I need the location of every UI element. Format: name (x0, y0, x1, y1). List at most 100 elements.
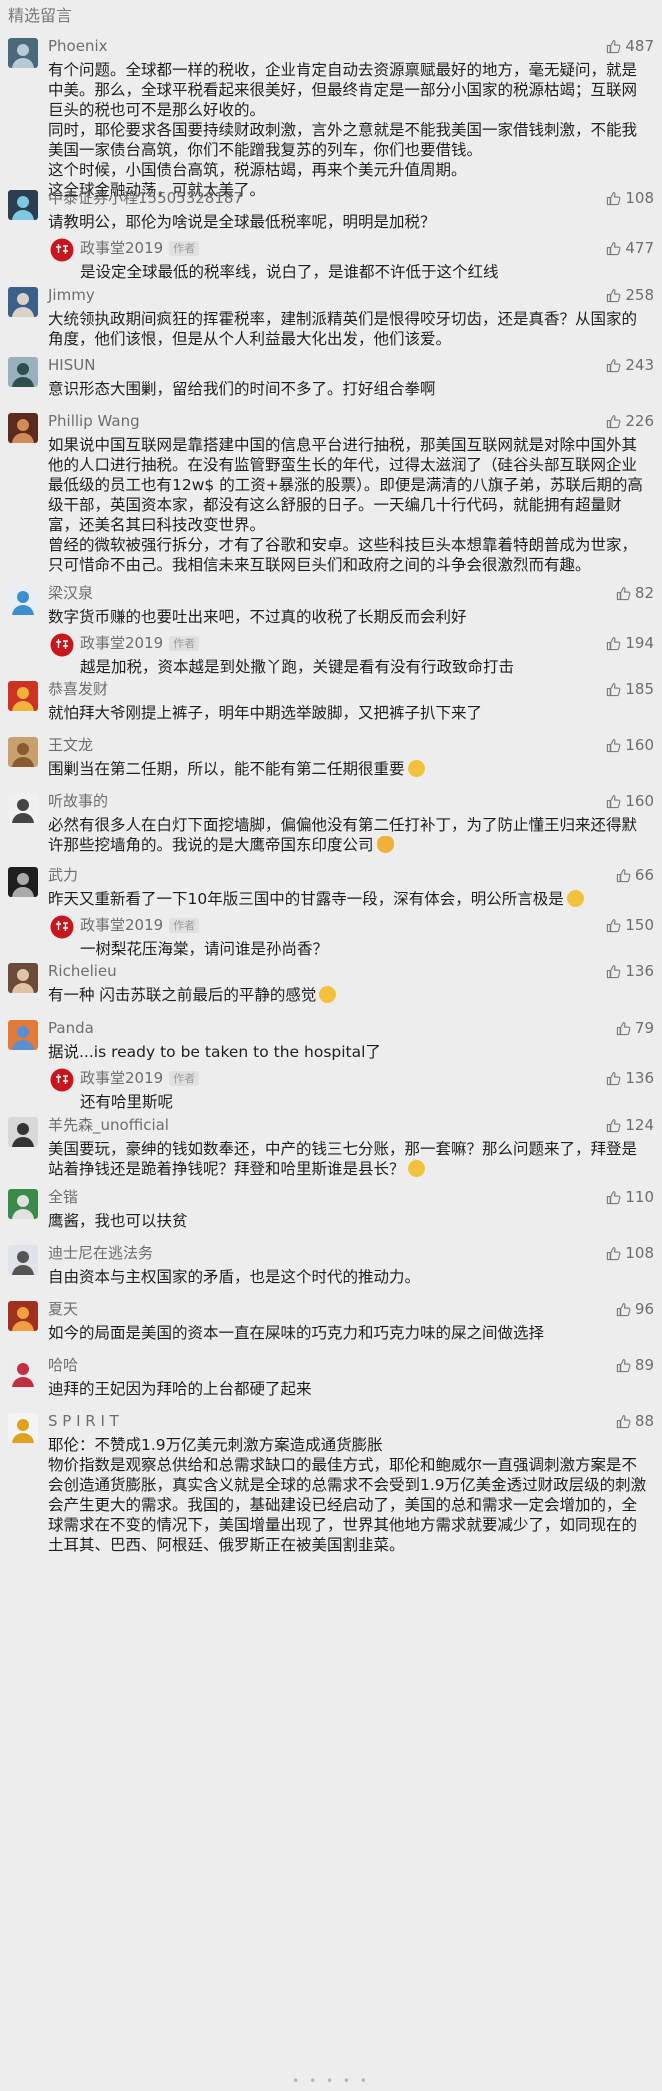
thumb-up-icon[interactable] (616, 1302, 631, 1317)
reply-nickname[interactable]: 政事堂2019 作者 (80, 238, 200, 258)
like-button[interactable]: 160 (606, 735, 654, 755)
comment-nickname[interactable]: Richelieu (48, 961, 117, 981)
comment-nickname[interactable]: 中泰证券小程15505328187 (48, 188, 243, 208)
thumb-up-icon[interactable] (606, 191, 621, 206)
like-button[interactable]: 82 (616, 583, 654, 603)
comment-nickname[interactable]: 迪士尼在逃法务 (48, 1243, 153, 1263)
avatar[interactable] (8, 1117, 38, 1147)
thumb-up-icon[interactable] (606, 288, 621, 303)
like-button[interactable]: 258 (606, 285, 654, 305)
reply-avatar[interactable] (50, 915, 74, 939)
avatar[interactable] (8, 357, 38, 387)
like-button[interactable]: 226 (606, 411, 654, 431)
comment-nickname[interactable]: 哈哈 (48, 1355, 78, 1375)
thumb-up-icon[interactable] (606, 636, 621, 651)
avatar[interactable] (8, 1245, 38, 1275)
avatar[interactable] (8, 681, 38, 711)
thumb-up-icon[interactable] (616, 586, 631, 601)
avatar[interactable] (8, 793, 38, 823)
comment-paragraph: 曾经的微软被强行拆分，才有了谷歌和安卓。这些科技巨头本想靠着特朗普成为世家，只可… (48, 536, 638, 574)
like-count: 243 (625, 356, 654, 374)
comment-nickname[interactable]: 王文龙 (48, 735, 93, 755)
comment-nickname[interactable]: Phoenix (48, 36, 108, 56)
comment-nickname[interactable]: HISUN (48, 355, 95, 375)
thumb-up-icon[interactable] (616, 1021, 631, 1036)
reply-avatar[interactable] (50, 1068, 74, 1092)
avatar[interactable] (8, 287, 38, 317)
like-button[interactable]: 88 (616, 1411, 654, 1431)
like-button[interactable]: 108 (606, 1243, 654, 1263)
comment-text: 围剿当在第二任期，所以，能不能有第二任期很重要 (48, 759, 648, 779)
thumb-up-icon[interactable] (606, 414, 621, 429)
thumb-up-icon[interactable] (606, 241, 621, 256)
reply-nickname[interactable]: 政事堂2019 作者 (80, 915, 200, 935)
comment-nickname[interactable]: Phillip Wang (48, 411, 140, 431)
like-button[interactable]: 110 (606, 1187, 654, 1207)
like-count: 487 (625, 37, 654, 55)
thumb-up-icon[interactable] (606, 1118, 621, 1133)
thumb-up-icon[interactable] (606, 1246, 621, 1261)
reply-nickname[interactable]: 政事堂2019 作者 (80, 1068, 200, 1088)
like-button[interactable]: 108 (606, 188, 654, 208)
comment-nickname[interactable]: Jimmy (48, 285, 95, 305)
comment-nickname[interactable]: 夏天 (48, 1299, 78, 1319)
thumb-up-icon[interactable] (606, 738, 621, 753)
reply-nickname[interactable]: 政事堂2019 作者 (80, 633, 200, 653)
thumb-up-icon[interactable] (616, 1358, 631, 1373)
comment-text: 有个问题。全球都一样的税收，企业肯定自动去资源禀赋最好的地方，毫无疑问，就是中美… (48, 60, 648, 200)
like-button[interactable]: 79 (616, 1018, 654, 1038)
thumb-up-icon[interactable] (606, 358, 621, 373)
like-button[interactable]: 96 (616, 1299, 654, 1319)
comment-nickname[interactable]: Panda (48, 1018, 94, 1038)
reply-like-button[interactable]: 150 (606, 915, 654, 935)
reply-like-button[interactable]: 477 (606, 238, 654, 258)
reply-avatar[interactable] (50, 238, 74, 262)
thumb-up-icon[interactable] (606, 918, 621, 933)
avatar[interactable] (8, 1413, 38, 1443)
comment-paragraph: 如果说中国互联网是靠搭建中国的信息平台进行抽税，那美国互联网就是对除中国外其他的… (48, 436, 643, 534)
reply-avatar[interactable] (50, 633, 74, 657)
avatar[interactable] (8, 413, 38, 443)
comment-nickname[interactable]: 羊先森_unofficial (48, 1115, 169, 1135)
thumb-up-icon[interactable] (606, 964, 621, 979)
like-button[interactable]: 136 (606, 961, 654, 981)
reply-text: 一树梨花压海棠，请问谁是孙尚香？ (80, 940, 329, 958)
like-button[interactable]: 243 (606, 355, 654, 375)
avatar[interactable] (8, 585, 38, 615)
thumb-up-icon[interactable] (606, 682, 621, 697)
thumb-up-icon[interactable] (606, 1071, 621, 1086)
thumb-up-icon[interactable] (606, 1190, 621, 1205)
like-button[interactable]: 66 (616, 865, 654, 885)
comment-nickname[interactable]: 武力 (48, 865, 78, 885)
thumb-up-icon[interactable] (616, 868, 631, 883)
comment-nickname[interactable]: 梁汉泉 (48, 583, 93, 603)
comment-paragraph: 有一种 闪击苏联之前最后的平静的感觉 (48, 985, 648, 1005)
avatar[interactable] (8, 867, 38, 897)
avatar[interactable] (8, 190, 38, 220)
avatar[interactable] (8, 1020, 38, 1050)
section-title: 精选留言 (8, 6, 73, 25)
comment-text: 昨天又重新看了一下10年版三国中的甘露寺一段，深有体会，明公所言极是 (48, 889, 648, 909)
comment-nickname[interactable]: 恭喜发财 (48, 679, 108, 699)
reply-like-button[interactable]: 136 (606, 1068, 654, 1088)
comment-nickname[interactable]: 全锴 (48, 1187, 78, 1207)
avatar[interactable] (8, 1357, 38, 1387)
thumb-up-icon[interactable] (606, 794, 621, 809)
avatar[interactable] (8, 1301, 38, 1331)
comment-nickname[interactable]: 听故事的 (48, 791, 108, 811)
like-button[interactable]: 89 (616, 1355, 654, 1375)
avatar[interactable] (8, 1189, 38, 1219)
like-button[interactable]: 160 (606, 791, 654, 811)
thumb-up-icon[interactable] (616, 1414, 631, 1429)
thumb-up-icon[interactable] (606, 39, 621, 54)
reply-author-name: 政事堂2019 (80, 634, 164, 652)
avatar[interactable] (8, 38, 38, 68)
like-button[interactable]: 185 (606, 679, 654, 699)
avatar[interactable] (8, 737, 38, 767)
comment-nickname[interactable]: S P I R I T (48, 1411, 119, 1431)
like-button[interactable]: 487 (606, 36, 654, 56)
reply-like-button[interactable]: 194 (606, 633, 654, 653)
comment-paragraph: 围剿当在第二任期，所以，能不能有第二任期很重要 (48, 759, 648, 779)
avatar[interactable] (8, 963, 38, 993)
like-button[interactable]: 124 (606, 1115, 654, 1135)
